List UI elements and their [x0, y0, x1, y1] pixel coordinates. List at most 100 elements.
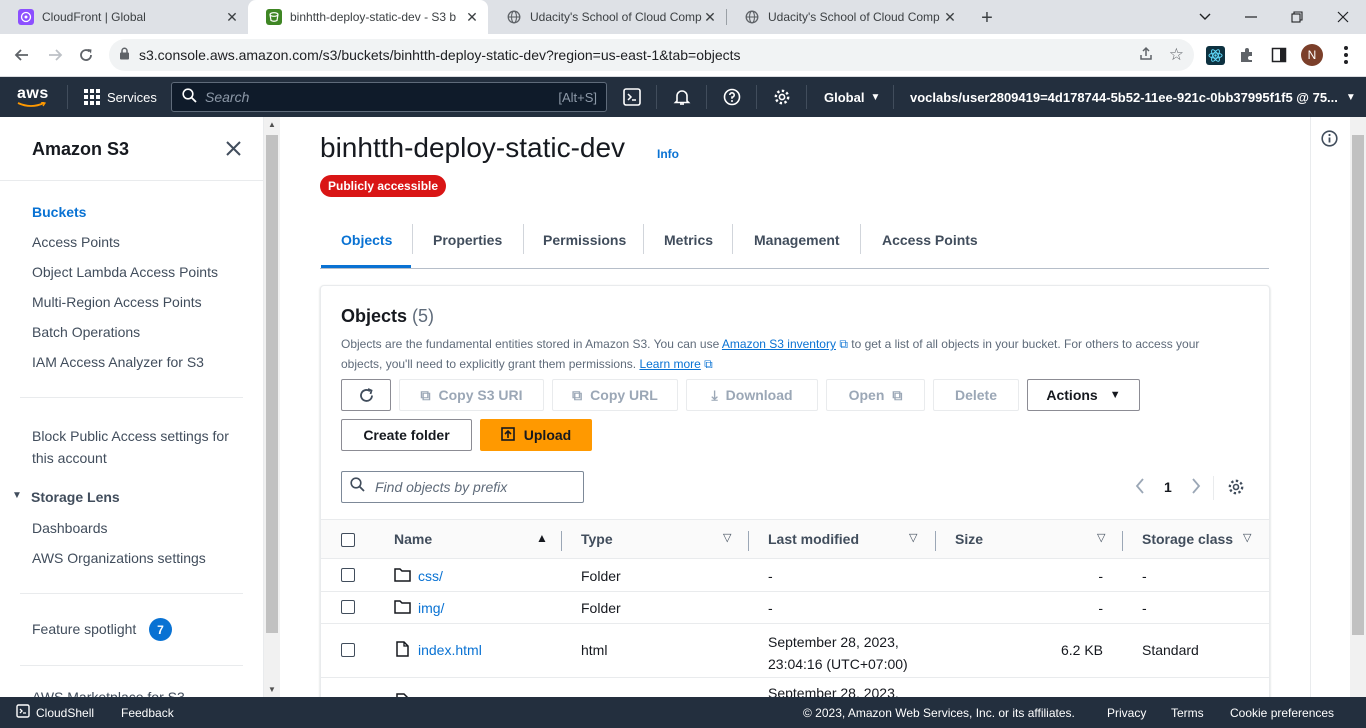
table-preferences-gear-icon[interactable] [1227, 478, 1245, 501]
tab-metrics[interactable]: Metrics [664, 232, 713, 248]
notifications-bell-icon[interactable] [673, 77, 691, 117]
upload-button[interactable]: Upload [480, 419, 592, 451]
forward-icon[interactable] [40, 40, 70, 70]
tab-properties[interactable]: Properties [433, 232, 502, 248]
row-checkbox[interactable] [341, 643, 355, 657]
cloudshell-button[interactable]: CloudShell [16, 697, 94, 728]
table-row[interactable]: index.html html September 28, 2023, 23:0… [321, 623, 1269, 677]
sidebar-item-access-points[interactable]: Access Points [32, 234, 120, 250]
browser-tab-active[interactable]: binhtth-deploy-static-dev - S3 b ✕ [248, 0, 488, 34]
table-row[interactable]: css/ Folder - - - [321, 559, 1269, 591]
extensions-puzzle-icon[interactable] [1238, 46, 1256, 69]
actions-dropdown-button[interactable]: Actions ▼ [1027, 379, 1140, 411]
info-circle-icon[interactable] [1321, 130, 1338, 152]
lock-icon[interactable] [119, 47, 130, 63]
reload-icon[interactable] [71, 40, 101, 70]
aws-search-input[interactable]: Search [Alt+S] [171, 82, 607, 112]
row-checkbox[interactable] [341, 568, 355, 582]
sidebar-item-buckets[interactable]: Buckets [32, 204, 86, 220]
sort-icon[interactable]: ▽ [909, 531, 917, 544]
next-page-icon[interactable] [1190, 478, 1202, 499]
window-close-icon[interactable] [1320, 0, 1366, 34]
sidebar-item-marketplace[interactable]: AWS Marketplace for S3 [32, 689, 185, 697]
browser-tab[interactable]: CloudFront | Global ✕ [0, 0, 248, 34]
current-page-number[interactable]: 1 [1164, 479, 1172, 495]
delete-button[interactable]: Delete [933, 379, 1019, 411]
sidebar-scrollbar[interactable]: ▲ ▼ [264, 117, 280, 697]
sidebar-section-storage-lens[interactable]: Storage Lens [31, 489, 120, 505]
restore-icon[interactable] [1274, 0, 1320, 34]
select-all-checkbox[interactable] [341, 533, 355, 547]
bookmark-star-icon[interactable]: ☆ [1169, 45, 1184, 65]
sidebar-item-batch-operations[interactable]: Batch Operations [32, 324, 140, 340]
sidebar-item-iam-access-analyzer[interactable]: IAM Access Analyzer for S3 [32, 354, 204, 370]
copy-url-button[interactable]: ⧉ Copy URL [552, 379, 678, 411]
create-folder-button[interactable]: Create folder [341, 419, 472, 451]
cloudshell-icon[interactable] [623, 77, 641, 117]
find-objects-input[interactable]: Find objects by prefix [341, 471, 584, 503]
column-header-last-modified[interactable]: Last modified [768, 531, 859, 547]
region-selector[interactable]: Global ▼ [824, 77, 880, 117]
sidebar-item-block-public-access[interactable]: Block Public Access settings for this ac… [32, 425, 229, 469]
sort-ascending-icon[interactable]: ▲ [536, 531, 548, 545]
cookie-preferences-link[interactable]: Cookie preferences [1230, 697, 1334, 728]
close-tab-icon[interactable]: ✕ [942, 9, 958, 25]
minimize-icon[interactable] [1228, 0, 1274, 34]
info-link[interactable]: Info [657, 147, 679, 161]
tab-permissions[interactable]: Permissions [543, 232, 626, 248]
sidebar-item-multi-region[interactable]: Multi-Region Access Points [32, 294, 202, 310]
sidebar-item-aws-organizations-settings[interactable]: AWS Organizations settings [32, 550, 206, 566]
react-devtools-extension-icon[interactable] [1206, 46, 1225, 65]
column-header-storage-class[interactable]: Storage class [1142, 531, 1233, 547]
object-name-link[interactable]: img/ [418, 600, 444, 616]
close-tab-icon[interactable]: ✕ [224, 9, 240, 25]
open-button[interactable]: Open ⧉ [826, 379, 925, 411]
sidebar-item-dashboards[interactable]: Dashboards [32, 520, 108, 536]
settings-gear-icon[interactable] [773, 77, 791, 117]
close-tab-icon[interactable]: ✕ [464, 9, 480, 25]
tab-objects[interactable]: Objects [341, 232, 392, 248]
table-row[interactable]: September 28, 2023, [321, 677, 1269, 697]
sidebar-item-object-lambda[interactable]: Object Lambda Access Points [32, 264, 218, 280]
learn-more-link[interactable]: Learn more [639, 357, 700, 371]
copy-s3-uri-button[interactable]: ⧉ Copy S3 URI [399, 379, 544, 411]
new-tab-icon[interactable]: + [974, 5, 1000, 31]
close-tab-icon[interactable]: ✕ [702, 9, 718, 25]
back-icon[interactable] [7, 40, 37, 70]
row-checkbox[interactable] [341, 600, 355, 614]
help-icon[interactable] [723, 77, 741, 117]
browser-tab[interactable]: Udacity's School of Cloud Comp ✕ [726, 0, 966, 34]
share-icon[interactable] [1138, 46, 1154, 65]
account-menu[interactable]: voclabs/user2809419=4d178744-5b52-11ee-9… [910, 77, 1356, 117]
sort-icon[interactable]: ▽ [1243, 531, 1251, 544]
previous-page-icon[interactable] [1134, 478, 1146, 499]
main-scrollbar[interactable] [1350, 117, 1366, 697]
download-button[interactable]: ⤓ Download [686, 379, 818, 411]
refresh-button[interactable] [341, 379, 391, 411]
aws-logo[interactable]: aws [17, 77, 49, 117]
column-header-size[interactable]: Size [955, 531, 983, 547]
address-bar[interactable]: s3.console.aws.amazon.com/s3/buckets/bin… [109, 39, 1194, 71]
sort-icon[interactable]: ▽ [1097, 531, 1105, 544]
feedback-link[interactable]: Feedback [121, 697, 174, 728]
tab-search-icon[interactable] [1182, 0, 1228, 34]
url-text[interactable]: s3.console.aws.amazon.com/s3/buckets/bin… [139, 47, 741, 63]
object-name-link[interactable]: css/ [418, 568, 443, 584]
column-header-name[interactable]: Name [394, 531, 432, 547]
caret-down-icon[interactable]: ▼ [12, 490, 22, 501]
tab-access-points[interactable]: Access Points [882, 232, 978, 248]
side-panel-icon[interactable] [1271, 47, 1287, 68]
services-menu[interactable]: Services [84, 77, 157, 117]
s3-inventory-link[interactable]: Amazon S3 inventory [722, 337, 836, 351]
browser-tab[interactable]: Udacity's School of Cloud Comp ✕ [488, 0, 726, 34]
privacy-link[interactable]: Privacy [1107, 697, 1146, 728]
column-header-type[interactable]: Type [581, 531, 613, 547]
browser-menu-icon[interactable] [1338, 46, 1354, 64]
sidebar-item-feature-spotlight[interactable]: Feature spotlight [32, 621, 136, 637]
sort-icon[interactable]: ▽ [723, 531, 731, 544]
table-row[interactable]: img/ Folder - - - [321, 591, 1269, 623]
object-name-link[interactable]: index.html [418, 642, 482, 658]
profile-avatar[interactable]: N [1301, 44, 1323, 66]
tab-management[interactable]: Management [754, 232, 840, 248]
terms-link[interactable]: Terms [1171, 697, 1204, 728]
